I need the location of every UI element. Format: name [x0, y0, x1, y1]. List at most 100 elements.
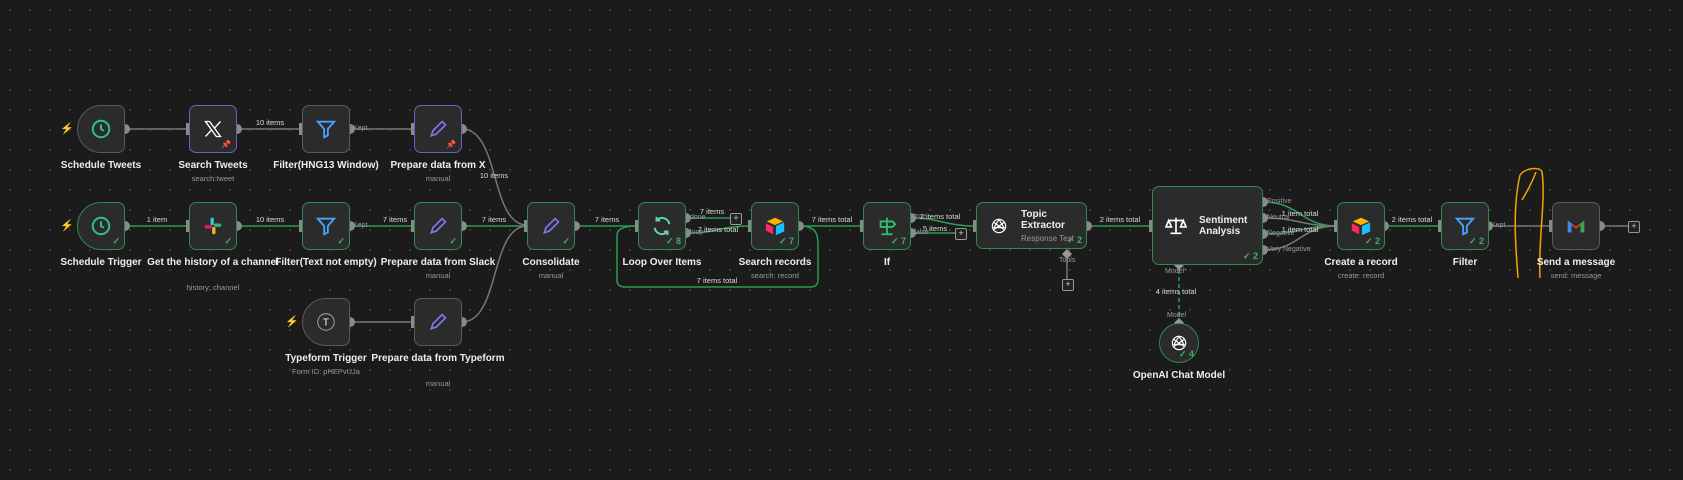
port-label-false: false [914, 229, 929, 236]
scale-icon [1165, 215, 1187, 237]
port-label-kept: Kept [353, 222, 368, 229]
port-label-positive: Positive [1267, 198, 1292, 205]
check-icon: ✓ [337, 236, 345, 246]
run-count-badge: ✓ 8 [665, 236, 681, 246]
airtable-icon [1350, 215, 1372, 237]
node-if[interactable]: ✓ 7 [863, 202, 911, 250]
run-count-badge: ✓ 2 [1066, 235, 1082, 245]
slack-icon [203, 216, 223, 236]
x-logo-icon [203, 119, 223, 139]
pencil-icon [428, 119, 448, 139]
port-label-very-negative: Very Negative [1267, 246, 1311, 253]
port-label-tools: Tools [1059, 257, 1076, 264]
pencil-icon [541, 216, 561, 236]
edge-label-search-filter: 10 items [255, 118, 285, 127]
clock-icon [90, 215, 112, 237]
node-subtitle: manual [538, 271, 564, 280]
edge-label-create-filter: 2 items total [1391, 215, 1433, 224]
signpost-icon [876, 215, 898, 237]
node-topic[interactable]: Topic Extractor Response Text ✓ 2 [976, 202, 1087, 249]
node-schedule-tweets[interactable] [77, 105, 125, 153]
add-node-after-false-button[interactable]: + [955, 228, 967, 240]
edge-label-topic-sentiment: 2 items total [1099, 215, 1141, 224]
add-node-after-send-button[interactable]: + [1628, 221, 1640, 233]
edge-label-search-if: 7 items total [811, 215, 853, 224]
run-count-badge: ✓ 7 [778, 236, 794, 246]
run-count-badge: ✓ 7 [890, 236, 906, 246]
node-openai-model[interactable]: ✓ 4 [1159, 323, 1199, 363]
edge-label-loop-search: 7 items total [697, 225, 739, 234]
node-filter-hng[interactable] [302, 105, 350, 153]
node-filter[interactable]: ✓ 2 [1441, 202, 1489, 250]
node-subtitle: history: channel [186, 283, 240, 292]
pin-icon: 📌 [221, 140, 231, 149]
run-count-badge: ✓ 4 [1178, 349, 1194, 359]
port-label-model-required: Model* [1165, 268, 1187, 275]
clock-icon [90, 118, 112, 140]
check-icon: ✓ [562, 236, 570, 246]
trigger-bolt-icon: ⚡ [285, 316, 299, 328]
filter-icon [315, 118, 337, 140]
node-prep-x[interactable]: 📌 [414, 105, 462, 153]
node-typeform[interactable]: T [302, 298, 350, 346]
gmail-icon [1565, 215, 1587, 237]
filter-icon [1454, 215, 1476, 237]
node-schedule-trigger[interactable]: ✓ [77, 202, 125, 250]
edge-label-model: 4 items total [1155, 287, 1197, 296]
trigger-bolt-icon: ⚡ [60, 123, 74, 135]
edge-label-filter-prep: 7 items [382, 215, 408, 224]
check-icon: ✓ [449, 236, 457, 246]
connections-layer [120, 123, 1633, 328]
port-label-kept: Kept [353, 125, 368, 132]
trigger-bolt-icon: ⚡ [60, 220, 74, 232]
edge-label-prepx-consolidate: 10 items [479, 171, 509, 180]
port-label-neutral: Neutral [1267, 214, 1290, 221]
edge-label-prep-consolidate: 7 items [481, 215, 507, 224]
add-node-after-done-button[interactable]: + [730, 213, 742, 225]
pencil-icon [428, 216, 448, 236]
check-icon: ✓ [224, 236, 232, 246]
port-label-model: Model [1167, 312, 1187, 319]
node-loop[interactable]: ✓ 8 [638, 202, 686, 250]
node-title: Sentiment Analysis [1199, 214, 1248, 237]
node-label: OpenAI Chat Model [1132, 370, 1226, 381]
node-search-tweets[interactable]: 📌 [189, 105, 237, 153]
check-icon: ✓ [112, 236, 120, 246]
add-tool-button[interactable]: + [1062, 279, 1074, 291]
edge-label-loop-back: 7 items total [696, 276, 738, 285]
node-consolidate[interactable]: ✓ [527, 202, 575, 250]
node-label: Send a message [1536, 257, 1616, 268]
node-label: If [883, 257, 891, 268]
typeform-icon: T [315, 311, 337, 333]
pencil-icon [428, 312, 448, 332]
node-slack-history[interactable]: ✓ [189, 202, 237, 250]
node-send-message[interactable] [1552, 202, 1600, 250]
run-count-badge: ✓ 2 [1242, 251, 1258, 261]
edge-label-consolidate-loop: 7 items [594, 215, 620, 224]
node-prep-slack[interactable]: ✓ [414, 202, 462, 250]
node-subtitle: Form ID: pHEPvUJa [292, 367, 360, 376]
node-sentiment[interactable]: Sentiment Analysis ✓ 2 [1152, 186, 1263, 265]
node-subtitle: create: record [1337, 271, 1385, 280]
filter-icon [315, 215, 337, 237]
pin-icon: 📌 [446, 140, 456, 149]
svg-text:T: T [323, 318, 329, 329]
loop-icon [651, 215, 673, 237]
port-label-done: done [690, 214, 706, 221]
port-label-kept: Kept [1491, 222, 1506, 229]
edge-label-trig-slack: 1 item [146, 215, 168, 224]
port-label-true: true [914, 213, 927, 220]
node-prep-typeform[interactable] [414, 298, 462, 346]
node-subtitle: send: message [1550, 271, 1602, 280]
node-title: Topic Extractor [1021, 208, 1065, 231]
node-create-record[interactable]: ✓ 2 [1337, 202, 1385, 250]
node-subtitle: manual [425, 379, 451, 388]
port-label-negative: Negative [1267, 230, 1295, 237]
node-search-records[interactable]: ✓ 7 [751, 202, 799, 250]
run-count-badge: ✓ 2 [1364, 236, 1380, 246]
port-label-loop: loop [690, 229, 704, 236]
node-filter-text[interactable]: ✓ [302, 202, 350, 250]
node-label: Prepare data from Typeform [371, 353, 505, 364]
node-subtitle: search:tweet [191, 174, 235, 183]
airtable-icon [764, 215, 786, 237]
